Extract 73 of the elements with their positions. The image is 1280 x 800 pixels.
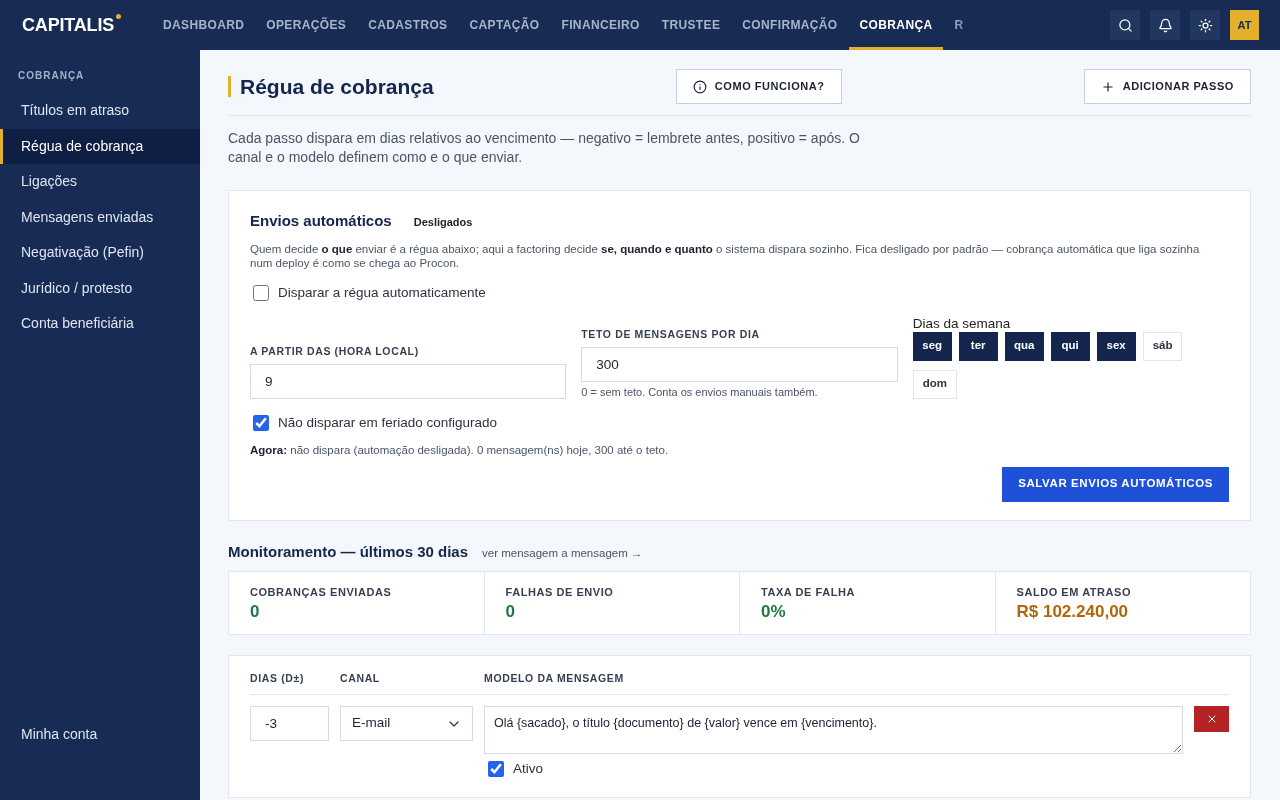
status-summary: Agora: não dispara (automação desligada). 0 mensagem(ns) hoje, 300 até o teto. — [250, 442, 670, 457]
stat-label: COBRANÇAS ENVIADAS — [250, 586, 393, 599]
theme-button[interactable] — [1190, 10, 1220, 40]
add-step-button[interactable]: ADICIONAR PASSO — [1083, 69, 1251, 104]
nav-tab[interactable]: TRUSTEE — [650, 0, 732, 50]
card-description: Quem decide o que enviar é a régua abaixo; aqui a factoring decide se, quando e quanto o sistema dispara sozinho. Fica desligado por padrão — cobrança automática que liga sozinha num deploy é como se chega ao Procon. — [250, 241, 1201, 270]
sidebar-section-title: COBRANÇA — [17, 69, 86, 83]
sidebar-item[interactable]: Jurídico / protesto — [0, 270, 200, 306]
column-header: CANAL — [340, 672, 381, 685]
stat-label: TAXA DE FALHA — [761, 586, 856, 599]
field-hint: 0 = sem teto. Conta os envios manuais também. — [581, 385, 819, 399]
stat-value: R$ 102.240,00 — [1016, 602, 1130, 622]
days-offset-field[interactable]: -3 — [250, 706, 329, 741]
status-text: Desligados — [413, 215, 473, 230]
sidebar-item[interactable]: Títulos em atraso — [0, 93, 200, 129]
notifications-button[interactable] — [1150, 10, 1180, 40]
field-label: Dias da semana — [912, 315, 1012, 331]
title-accent-bar — [228, 76, 231, 97]
checkbox-label: Disparar a régua automaticamente — [278, 284, 486, 301]
sidebar-item[interactable]: Negativação (Pefin) — [0, 235, 200, 271]
search-icon — [1117, 17, 1133, 33]
checkbox[interactable] — [253, 414, 269, 431]
page-description: Cada passo dispara em dias relativos ao vencimento — negativo = lembrete antes, positivo = após. O canal e o modelo definem como e o que enviar. — [228, 129, 861, 167]
weekday-toggle[interactable]: qua — [1004, 331, 1044, 361]
nav-tab[interactable]: DASHBOARD — [152, 0, 256, 50]
daily-limit-field[interactable]: 300 — [581, 346, 898, 382]
checkbox-label: Ativo — [513, 761, 543, 777]
field-label: A PARTIR DAS (HORA LOCAL) — [250, 344, 420, 358]
stat-label: SALDO EM ATRASO — [1016, 586, 1133, 599]
field-label: TETO DE MENSAGENS POR DIA — [581, 327, 761, 341]
plus-icon — [1100, 79, 1115, 94]
column-header: MODELO DA MENSAGEM — [484, 672, 625, 685]
sidebar-item[interactable]: Ligações — [0, 164, 200, 200]
stat-label: FALHAS DE ENVIO — [505, 586, 615, 599]
search-button[interactable] — [1110, 10, 1140, 40]
nav-tab[interactable]: FINANCEIRO — [550, 0, 651, 50]
sidebar-item[interactable]: Conta beneficiária — [0, 306, 200, 342]
weekday-toggle[interactable]: sáb — [1142, 331, 1183, 361]
help-button[interactable]: COMO FUNCIONA? — [675, 69, 842, 104]
messages-link[interactable]: ver mensagem a mensagem → — [482, 544, 643, 562]
channel-select[interactable]: E-mail — [340, 706, 473, 741]
nav-tab[interactable]: R — [943, 0, 975, 50]
start-hour-field[interactable]: 9 — [250, 363, 567, 399]
checkbox[interactable] — [253, 284, 269, 301]
nav-tab[interactable]: COBRANÇA — [848, 0, 944, 50]
weekday-toggle[interactable]: ter — [958, 331, 998, 361]
logo-text: CAPITALIS — [22, 13, 115, 37]
checkbox[interactable] — [488, 761, 504, 777]
save-button[interactable]: SALVAR ENVIOS AUTOMÁTICOS — [1002, 466, 1229, 502]
nav-tab[interactable]: CAPTAÇÃO — [458, 0, 551, 50]
message-template-field[interactable]: Olá {sacado}, o título {documento} de {valor} vence em {vencimento}. — [484, 706, 1183, 754]
nav-tab[interactable]: CADASTROS — [357, 0, 459, 50]
weekday-toggle[interactable]: qui — [1050, 331, 1090, 361]
info-icon — [692, 79, 707, 94]
user-avatar[interactable]: AT — [1230, 10, 1259, 40]
stat-value: 0 — [250, 602, 261, 622]
nav-tab[interactable]: CONFIRMAÇÃO — [731, 0, 849, 50]
sidebar-item[interactable]: Minha conta — [0, 717, 200, 752]
nav-tab[interactable]: OPERAÇÕES — [255, 0, 358, 50]
card-title: Envios automáticos — [250, 211, 392, 231]
sidebar-item[interactable]: Mensagens enviadas — [0, 199, 200, 235]
stat-value: 0 — [505, 602, 516, 622]
sun-icon — [1197, 17, 1213, 33]
weekday-toggle[interactable]: dom — [912, 369, 957, 399]
sidebar-item[interactable]: Régua de cobrança — [0, 128, 200, 164]
weekday-toggle[interactable]: sex — [1096, 331, 1136, 361]
weekday-toggle[interactable]: seg — [912, 331, 952, 361]
section-title: Monitoramento — últimos 30 dias — [228, 541, 469, 562]
stat-value: 0% — [761, 602, 787, 622]
page-title: Régua de cobrança — [240, 73, 434, 100]
checkbox-label: Não disparar em feriado configurado — [278, 414, 498, 431]
column-header: DIAS (D±) — [250, 672, 305, 685]
bell-icon — [1157, 17, 1173, 33]
